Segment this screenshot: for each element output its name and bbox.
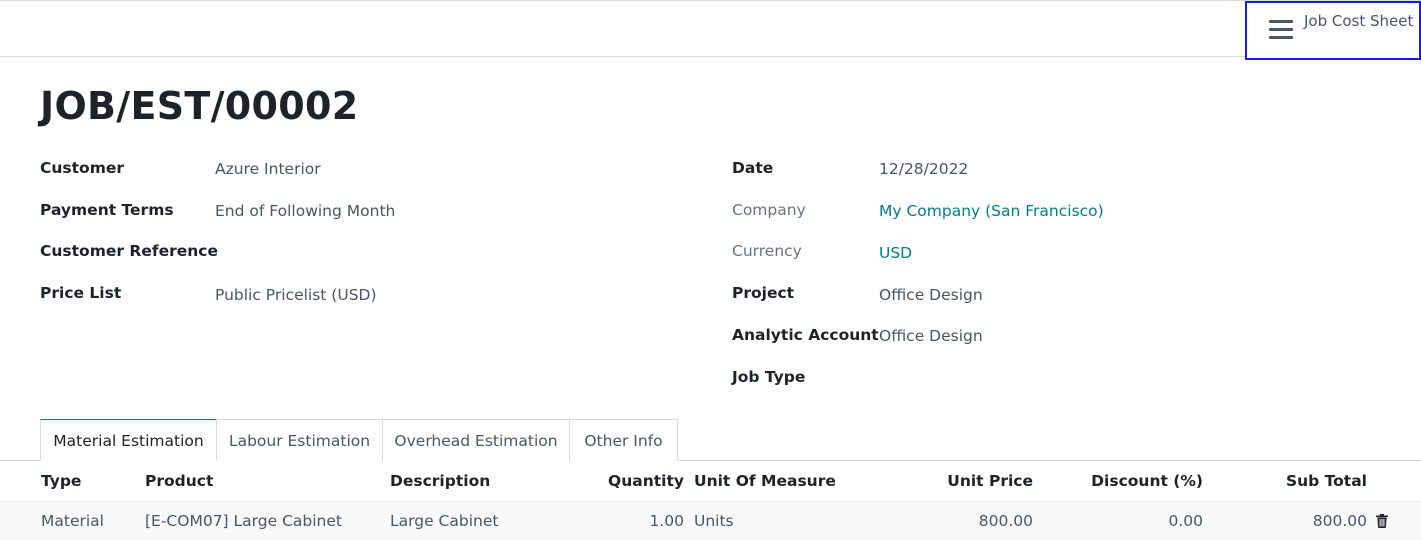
- notebook-tabs: Material Estimation Labour Estimation Ov…: [0, 419, 1421, 461]
- price-list-value[interactable]: Public Pricelist (USD): [215, 286, 377, 304]
- column-header-subtotal[interactable]: Sub Total: [1240, 472, 1367, 490]
- column-header-uom[interactable]: Unit Of Measure: [694, 472, 836, 490]
- tab-overhead-estimation[interactable]: Overhead Estimation: [382, 419, 570, 461]
- table-row[interactable]: Material [E-COM07] Large Cabinet Large C…: [0, 502, 1421, 540]
- customer-value[interactable]: Azure Interior: [215, 160, 321, 178]
- analytic-account-value[interactable]: Office Design: [879, 327, 983, 345]
- cell-subtotal: 800.00: [1312, 512, 1367, 530]
- tab-labour-estimation[interactable]: Labour Estimation: [216, 419, 383, 461]
- job-cost-sheet-label: Job Cost Sheet: [1304, 12, 1414, 30]
- project-label: Project: [732, 284, 795, 302]
- analytic-account-label: Analytic Account: [732, 326, 879, 344]
- cell-discount: 0.00: [1168, 512, 1203, 530]
- date-value[interactable]: 12/28/2022: [879, 160, 968, 178]
- trash-icon[interactable]: [1376, 514, 1388, 528]
- customer-reference-label: Customer Reference: [40, 242, 218, 260]
- cell-product: [E-COM07] Large Cabinet: [145, 512, 342, 530]
- hamburger-icon: [1269, 20, 1293, 42]
- column-header-unit-price[interactable]: Unit Price: [900, 472, 1033, 490]
- date-label: Date: [732, 159, 774, 177]
- table-header: Type Product Description Quantity Unit O…: [0, 461, 1421, 502]
- record-title: JOB/EST/00002: [40, 84, 359, 128]
- price-list-label: Price List: [40, 284, 122, 302]
- cell-unit-price: 800.00: [978, 512, 1033, 530]
- company-link[interactable]: My Company (San Francisco): [879, 202, 1104, 220]
- currency-label: Currency: [732, 242, 802, 260]
- column-header-description[interactable]: Description: [390, 472, 490, 490]
- payment-terms-label: Payment Terms: [40, 201, 174, 219]
- column-header-type[interactable]: Type: [41, 472, 81, 490]
- currency-link[interactable]: USD: [879, 244, 912, 262]
- tab-other-info[interactable]: Other Info: [569, 419, 678, 461]
- column-header-discount[interactable]: Discount (%): [1050, 472, 1203, 490]
- cell-quantity: 1.00: [649, 512, 684, 530]
- job-cost-sheet-button[interactable]: Job Cost Sheet: [1245, 1, 1421, 60]
- column-header-product[interactable]: Product: [145, 472, 213, 490]
- project-value[interactable]: Office Design: [879, 286, 983, 304]
- control-panel: Job Cost Sheet: [0, 0, 1421, 60]
- tab-material-estimation[interactable]: Material Estimation: [40, 419, 217, 461]
- cell-uom: Units: [694, 512, 734, 530]
- company-label: Company: [732, 201, 806, 219]
- job-type-label: Job Type: [732, 368, 806, 386]
- column-header-quantity[interactable]: Quantity: [584, 472, 684, 490]
- cell-description: Large Cabinet: [390, 512, 499, 530]
- cell-type: Material: [41, 512, 104, 530]
- payment-terms-value[interactable]: End of Following Month: [215, 202, 395, 220]
- customer-label: Customer: [40, 159, 125, 177]
